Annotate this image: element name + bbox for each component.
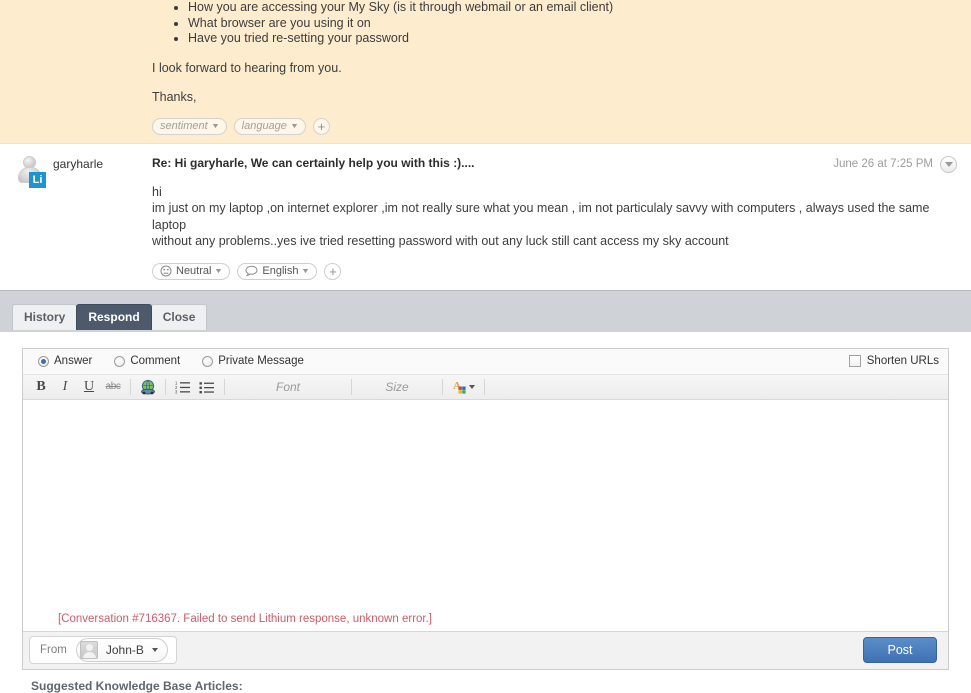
- kb-section-title: Suggested Knowledge Base Articles:: [31, 678, 243, 693]
- bold-button[interactable]: B: [29, 376, 53, 397]
- shorten-urls-label: Shorten URLs: [866, 355, 939, 368]
- toolbar-divider: [130, 378, 131, 395]
- radio-private-message[interactable]: Private Message: [202, 355, 304, 367]
- chevron-down-icon: ▼: [214, 267, 224, 275]
- underline-button[interactable]: U: [77, 376, 101, 397]
- tab-history[interactable]: History: [12, 303, 78, 330]
- user-language-tag-label: English: [262, 265, 299, 278]
- radio-private-message-label: Private Message: [218, 355, 304, 368]
- user-sentiment-tag[interactable]: Neutral ▼: [152, 262, 231, 280]
- agent-language-tag[interactable]: language ▼: [233, 117, 306, 135]
- agent-add-tag-button[interactable]: +: [312, 117, 330, 135]
- list-item: Have you tried re-setting your password: [188, 31, 971, 47]
- agent-signoff: Thanks,: [152, 89, 197, 104]
- plus-icon: +: [317, 118, 326, 134]
- agent-message-block: How you are accessing your My Sky (is it…: [0, 0, 971, 143]
- radio-comment[interactable]: Comment: [114, 355, 180, 367]
- radio-comment-label: Comment: [130, 355, 181, 368]
- text-color-button[interactable]: A: [448, 379, 479, 394]
- response-editor[interactable]: [23, 399, 948, 607]
- chevron-down-icon: [151, 648, 158, 653]
- radio-comment-input[interactable]: [114, 355, 126, 367]
- agent-sentiment-tag[interactable]: sentiment ▼: [152, 117, 227, 135]
- toolbar-divider: [442, 378, 443, 395]
- radio-answer[interactable]: Answer: [38, 355, 92, 367]
- toolbar-divider: [224, 378, 225, 395]
- agent-language-tag-label: language: [241, 120, 287, 133]
- user-message-header: Re: Hi garyharle, We can certainly help …: [152, 155, 957, 173]
- composer-area: Answer Comment Private Message Shorten U…: [0, 331, 971, 670]
- tab-list: History Respond Close: [12, 303, 971, 330]
- toolbar-divider: [351, 378, 352, 395]
- shorten-urls-checkbox[interactable]: [848, 355, 861, 368]
- message-meta: June 26 at 7:25 PM: [821, 155, 957, 173]
- user-message-line: hi: [152, 184, 162, 199]
- composer-error-message: [Conversation #716367. Failed to send Li…: [23, 606, 948, 631]
- agent-sentiment-tag-label: sentiment: [160, 120, 208, 133]
- unordered-list-icon: [199, 381, 214, 394]
- agent-closing-line: I look forward to hearing from you.: [152, 60, 342, 75]
- insert-link-button[interactable]: [136, 376, 160, 397]
- username[interactable]: garyharle: [53, 156, 103, 171]
- ordered-list-icon: 1 2 3: [175, 380, 190, 394]
- post-button[interactable]: Post: [863, 637, 937, 664]
- composer-options-row: Answer Comment Private Message Shorten U…: [23, 348, 948, 375]
- avatar: Li: [16, 155, 46, 188]
- list-item: How you are accessing your My Sky (is it…: [188, 0, 971, 16]
- from-account-select[interactable]: John-B: [75, 638, 168, 663]
- chevron-down-icon: ▼: [210, 122, 220, 130]
- user-sentiment-tag-label: Neutral: [176, 265, 212, 278]
- account-avatar-icon: [79, 641, 98, 660]
- user-message-block: Li garyharle Re: Hi garyharle, We can ce…: [0, 142, 971, 290]
- list-item: What browser are you using it on: [188, 16, 971, 32]
- strikethrough-button[interactable]: abc: [101, 376, 125, 397]
- italic-button[interactable]: I: [53, 376, 77, 397]
- font-family-select[interactable]: Font: [230, 380, 346, 394]
- radio-answer-label: Answer: [54, 355, 93, 368]
- globe-icon: [140, 379, 155, 395]
- agent-message-body: How you are accessing your My Sky (is it…: [152, 0, 971, 135]
- tab-respond[interactable]: Respond: [76, 303, 152, 330]
- user-tag-row: Neutral ▼ English ▼ +: [152, 262, 957, 280]
- tab-close[interactable]: Close: [150, 303, 208, 330]
- editor-toolbar: B I U abc 1 2 3 Font Size A: [23, 374, 948, 400]
- user-message-line: without any problems..yes ive tried rese…: [152, 234, 729, 249]
- toolbar-divider: [484, 378, 485, 395]
- text-color-icon: A: [453, 380, 466, 394]
- chevron-down-icon: ▼: [301, 267, 311, 275]
- radio-answer-input[interactable]: [38, 355, 49, 367]
- user-identity: Li garyharle: [0, 155, 152, 280]
- message-timestamp: June 26 at 7:25 PM: [833, 158, 933, 171]
- user-message-content: Re: Hi garyharle, We can certainly help …: [152, 155, 971, 280]
- svg-text:3: 3: [175, 389, 178, 393]
- chevron-down-icon: [469, 384, 475, 389]
- lithium-badge-icon: Li: [29, 171, 46, 188]
- agent-tag-row: sentiment ▼ language ▼ +: [152, 117, 971, 135]
- from-account-name: John-B: [105, 643, 144, 658]
- user-add-tag-button[interactable]: +: [324, 262, 342, 280]
- radio-private-message-input[interactable]: [202, 355, 214, 367]
- from-label: From: [40, 644, 67, 657]
- reply-type-radio-group: Answer Comment Private Message: [38, 355, 304, 367]
- plus-icon: +: [329, 263, 337, 279]
- shorten-urls-option[interactable]: Shorten URLs: [848, 355, 939, 368]
- action-tabstrip: History Respond Close: [0, 289, 971, 332]
- numbered-list-button[interactable]: 1 2 3: [171, 376, 195, 397]
- user-message-line: im just on my laptop ,on internet explor…: [152, 201, 930, 232]
- chevron-down-icon: [944, 161, 953, 167]
- user-language-tag[interactable]: English ▼: [237, 262, 318, 280]
- message-options-button[interactable]: [940, 155, 957, 173]
- composer-footer: From John-B Post: [23, 630, 948, 669]
- neutral-face-icon: [160, 265, 172, 277]
- toolbar-divider: [165, 378, 166, 395]
- agent-message-bullet-list: How you are accessing your My Sky (is it…: [152, 0, 971, 47]
- speech-bubble-icon: [245, 265, 258, 277]
- font-size-select[interactable]: Size: [357, 380, 437, 394]
- user-message-text: hi im just on my laptop ,on internet exp…: [152, 184, 957, 250]
- from-control: From John-B: [29, 636, 177, 665]
- bulleted-list-button[interactable]: [195, 376, 219, 397]
- message-subject: Re: Hi garyharle, We can certainly help …: [152, 155, 475, 170]
- chevron-down-icon: ▼: [289, 122, 299, 130]
- response-composer: Answer Comment Private Message Shorten U…: [22, 347, 949, 670]
